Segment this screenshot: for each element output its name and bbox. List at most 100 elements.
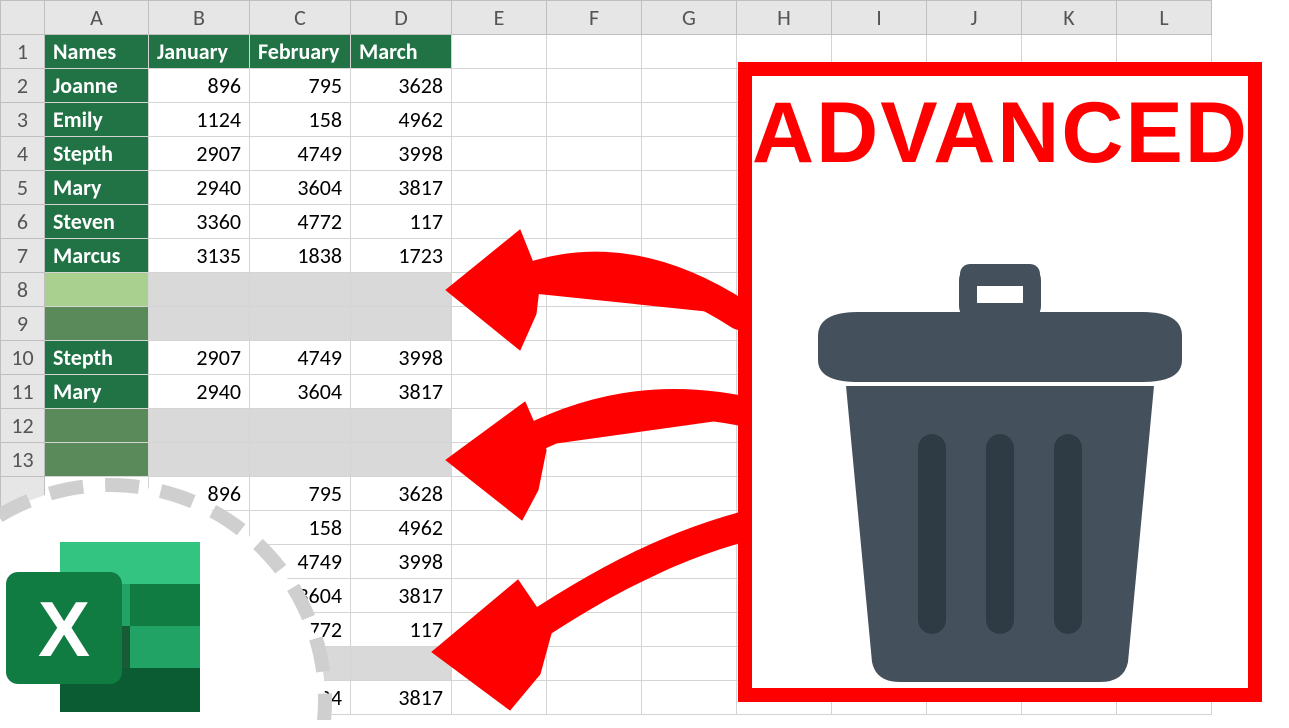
- cell[interactable]: [452, 171, 547, 205]
- cell[interactable]: 2940: [149, 171, 250, 205]
- cell[interactable]: [547, 545, 642, 579]
- cell[interactable]: [642, 239, 737, 273]
- col-header-F[interactable]: F: [547, 1, 642, 35]
- cell[interactable]: [250, 443, 351, 477]
- cell[interactable]: March: [351, 35, 452, 69]
- cell[interactable]: [452, 613, 547, 647]
- row-header[interactable]: 1: [1, 35, 45, 69]
- cell[interactable]: 3817: [351, 579, 452, 613]
- col-header-E[interactable]: E: [452, 1, 547, 35]
- cell[interactable]: [642, 443, 737, 477]
- col-header-L[interactable]: L: [1117, 1, 1212, 35]
- cell[interactable]: [547, 443, 642, 477]
- cell[interactable]: Marcus: [45, 239, 149, 273]
- col-header-B[interactable]: B: [149, 1, 250, 35]
- cell[interactable]: [45, 409, 149, 443]
- col-header-K[interactable]: K: [1022, 1, 1117, 35]
- cell[interactable]: [452, 341, 547, 375]
- cell[interactable]: 2907: [149, 341, 250, 375]
- cell[interactable]: [547, 579, 642, 613]
- cell[interactable]: [452, 511, 547, 545]
- cell[interactable]: [452, 103, 547, 137]
- cell[interactable]: [547, 171, 642, 205]
- cell[interactable]: [547, 205, 642, 239]
- cell[interactable]: [452, 443, 547, 477]
- cell[interactable]: Emily: [45, 103, 149, 137]
- cell[interactable]: [452, 647, 547, 681]
- col-header-H[interactable]: H: [737, 1, 832, 35]
- cell[interactable]: [250, 409, 351, 443]
- cell[interactable]: [547, 511, 642, 545]
- row-header[interactable]: 5: [1, 171, 45, 205]
- row-header[interactable]: [1, 477, 45, 511]
- cell[interactable]: January: [149, 35, 250, 69]
- row-header[interactable]: 10: [1, 341, 45, 375]
- cell[interactable]: [149, 273, 250, 307]
- col-header-A[interactable]: A: [45, 1, 149, 35]
- cell[interactable]: 795: [250, 477, 351, 511]
- cell[interactable]: [452, 307, 547, 341]
- cell[interactable]: 896: [149, 477, 250, 511]
- cell[interactable]: [45, 477, 149, 511]
- cell[interactable]: [642, 35, 737, 69]
- cell[interactable]: 3604: [250, 375, 351, 409]
- cell[interactable]: [642, 579, 737, 613]
- cell[interactable]: Steven: [45, 205, 149, 239]
- cell[interactable]: [149, 307, 250, 341]
- cell[interactable]: 117: [351, 613, 452, 647]
- row-header[interactable]: 7: [1, 239, 45, 273]
- cell[interactable]: [250, 647, 351, 681]
- cell[interactable]: [547, 273, 642, 307]
- cell[interactable]: Stepth: [45, 137, 149, 171]
- cell[interactable]: 4749: [250, 341, 351, 375]
- cell[interactable]: [250, 273, 351, 307]
- cell[interactable]: 1838: [250, 239, 351, 273]
- col-header-I[interactable]: I: [832, 1, 927, 35]
- cell[interactable]: [351, 443, 452, 477]
- select-all-corner[interactable]: [1, 1, 45, 35]
- cell[interactable]: [149, 443, 250, 477]
- cell[interactable]: [642, 647, 737, 681]
- cell[interactable]: [642, 137, 737, 171]
- cell[interactable]: [642, 341, 737, 375]
- col-header-G[interactable]: G: [642, 1, 737, 35]
- cell[interactable]: 1723: [351, 239, 452, 273]
- cell[interactable]: [642, 545, 737, 579]
- cell[interactable]: 3360: [149, 205, 250, 239]
- cell[interactable]: [642, 477, 737, 511]
- cell[interactable]: [547, 613, 642, 647]
- cell[interactable]: [547, 647, 642, 681]
- cell[interactable]: 158: [250, 511, 351, 545]
- cell[interactable]: 3817: [351, 171, 452, 205]
- cell[interactable]: [351, 273, 452, 307]
- cell[interactable]: [642, 273, 737, 307]
- row-header[interactable]: 4: [1, 137, 45, 171]
- row-header[interactable]: 6: [1, 205, 45, 239]
- cell[interactable]: 3604: [250, 681, 351, 715]
- cell[interactable]: [642, 69, 737, 103]
- cell[interactable]: [547, 103, 642, 137]
- cell[interactable]: [351, 647, 452, 681]
- cell[interactable]: [642, 681, 737, 715]
- cell[interactable]: 3817: [351, 375, 452, 409]
- cell[interactable]: [149, 409, 250, 443]
- cell[interactable]: [45, 273, 149, 307]
- cell[interactable]: [452, 205, 547, 239]
- cell[interactable]: 2940: [149, 375, 250, 409]
- cell[interactable]: [547, 35, 642, 69]
- cell[interactable]: 4749: [250, 545, 351, 579]
- cell[interactable]: 158: [250, 103, 351, 137]
- col-header-J[interactable]: J: [927, 1, 1022, 35]
- cell[interactable]: [45, 443, 149, 477]
- cell[interactable]: [547, 239, 642, 273]
- cell[interactable]: 4749: [250, 137, 351, 171]
- row-header[interactable]: 12: [1, 409, 45, 443]
- cell[interactable]: [452, 477, 547, 511]
- cell[interactable]: [452, 375, 547, 409]
- cell[interactable]: 3998: [351, 545, 452, 579]
- cell[interactable]: Mary: [45, 375, 149, 409]
- cell[interactable]: [452, 69, 547, 103]
- cell[interactable]: Stepth: [45, 341, 149, 375]
- row-header[interactable]: 3: [1, 103, 45, 137]
- cell[interactable]: [642, 409, 737, 443]
